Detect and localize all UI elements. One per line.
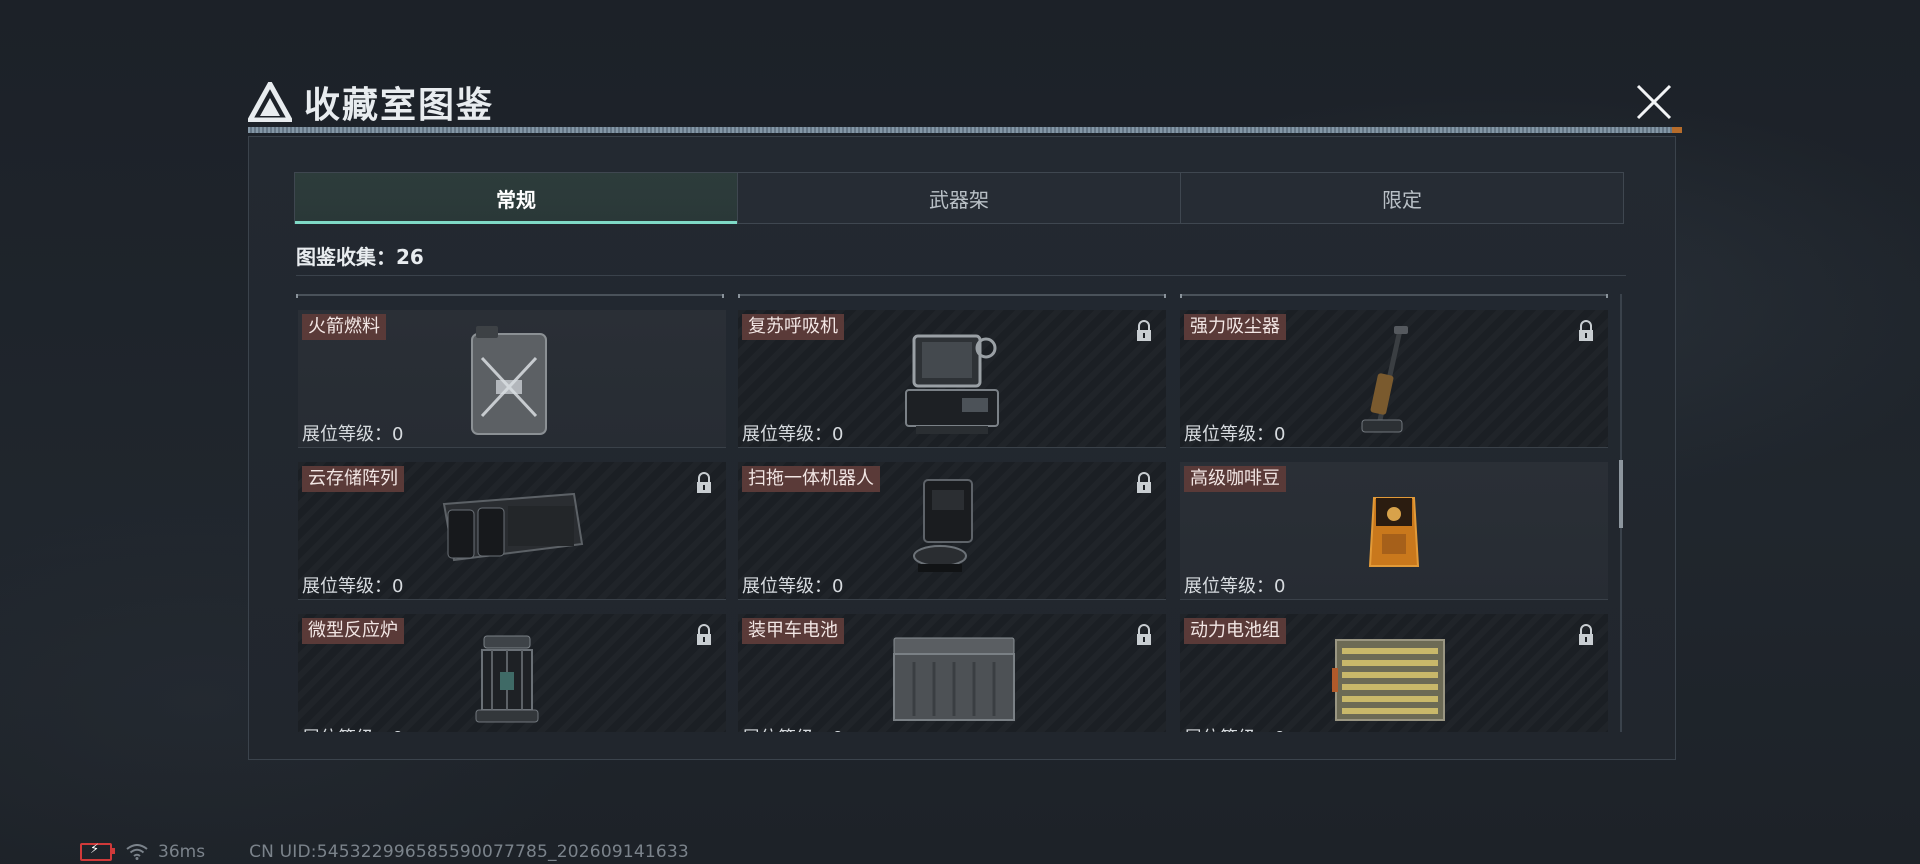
- storage-array-icon: [442, 492, 584, 562]
- lock-icon: [697, 472, 711, 493]
- item-name: 扫拖一体机器人: [742, 466, 880, 492]
- coffee-bag-icon: [1368, 497, 1420, 567]
- lock-icon: [1137, 472, 1151, 493]
- item-name: 复苏呼吸机: [742, 314, 844, 340]
- dialog-title: 收藏室图鉴: [304, 85, 495, 126]
- tab-label: 武器架: [929, 187, 989, 212]
- item-name: 微型反应炉: [302, 618, 404, 644]
- item-name: 动力电池组: [1184, 618, 1286, 644]
- item-card-power-battery-pack[interactable]: 动力电池组 展位等级：0: [1180, 614, 1608, 732]
- lock-icon: [1579, 624, 1593, 645]
- card-edge: [1180, 294, 1608, 298]
- scrollbar-thumb[interactable]: [1619, 460, 1623, 528]
- status-bar: ⚡ 36ms CN UID:545322996585590077785_2026…: [80, 842, 689, 862]
- item-level: 展位等级：0: [1184, 576, 1286, 597]
- battery-icon: ⚡: [80, 842, 115, 861]
- item-name: 高级咖啡豆: [1184, 466, 1286, 492]
- item-card-coffee-beans[interactable]: 高级咖啡豆 展位等级：0: [1180, 462, 1608, 600]
- lock-icon: [1137, 624, 1151, 645]
- item-level: 展位等级：0: [742, 724, 843, 732]
- lock-icon: [1579, 320, 1593, 341]
- wifi-icon: [126, 844, 148, 860]
- item-name: 强力吸尘器: [1184, 314, 1286, 340]
- item-level: 展位等级：0: [1184, 424, 1286, 445]
- lock-icon: [1137, 320, 1151, 341]
- car-battery-icon: [893, 637, 1015, 721]
- card-edge: [296, 294, 724, 298]
- ping-value: 36ms: [158, 842, 206, 862]
- user-uid: CN UID:545322996585590077785_20260914163…: [249, 842, 689, 862]
- card-edge: [738, 294, 1166, 298]
- tab-limited[interactable]: 限定: [1181, 173, 1623, 223]
- tab-weapon-rack[interactable]: 武器架: [738, 173, 1181, 223]
- card-divider: [738, 447, 1166, 448]
- item-level: 展位等级：0: [302, 576, 404, 597]
- item-grid: 火箭燃料 展位等级：0 复苏呼吸机 展位等级：0 强力吸尘器 展位等级：0 云存…: [296, 294, 1608, 732]
- tab-label: 限定: [1382, 187, 1422, 212]
- collection-count: 图鉴收集：26: [296, 244, 424, 269]
- vacuum-icon: [1361, 326, 1408, 433]
- tab-label: 常规: [496, 187, 536, 212]
- reactor-icon: [475, 635, 539, 723]
- robot-cleaner-icon: [913, 479, 973, 572]
- dialog-header: 收藏室图鉴: [248, 78, 494, 126]
- card-divider: [1180, 447, 1608, 448]
- item-level: 展位等级：0: [302, 424, 404, 445]
- item-level: 展位等级：0: [742, 576, 844, 597]
- tab-regular[interactable]: 常规: [295, 173, 738, 224]
- item-name: 云存储阵列: [302, 466, 404, 492]
- card-divider: [738, 599, 1166, 600]
- item-card-robot-cleaner[interactable]: 扫拖一体机器人 展位等级：0: [738, 462, 1166, 600]
- item-card-cloud-storage[interactable]: 云存储阵列 展位等级：0: [298, 462, 726, 600]
- lock-icon: [697, 624, 711, 645]
- item-card-ventilator[interactable]: 复苏呼吸机 展位等级：0: [738, 310, 1166, 448]
- card-divider: [298, 447, 726, 448]
- title-divider: [248, 127, 1682, 133]
- item-name: 装甲车电池: [742, 618, 844, 644]
- card-divider: [1180, 599, 1608, 600]
- close-icon: [1636, 84, 1672, 120]
- item-name: 火箭燃料: [302, 314, 386, 340]
- previous-row-edge: [296, 294, 1608, 298]
- item-level: 展位等级：0: [742, 424, 844, 445]
- item-level: 展位等级：0: [302, 724, 403, 732]
- collection-logo-icon: [248, 82, 292, 122]
- close-button[interactable]: [1632, 80, 1676, 124]
- section-divider: [296, 275, 1626, 276]
- item-card-rocket-fuel[interactable]: 火箭燃料 展位等级：0: [298, 310, 726, 448]
- fuel-can-icon: [471, 326, 547, 435]
- battery-pack-icon: [1332, 639, 1445, 721]
- item-card-vacuum[interactable]: 强力吸尘器 展位等级：0: [1180, 310, 1608, 448]
- tab-bar: 常规 武器架 限定: [294, 172, 1624, 224]
- item-level: 展位等级：0: [1184, 724, 1285, 732]
- ventilator-icon: [905, 334, 999, 434]
- item-card-armored-car-battery[interactable]: 装甲车电池 展位等级：0: [738, 614, 1166, 732]
- item-card-micro-reactor[interactable]: 微型反应炉 展位等级：0: [298, 614, 726, 732]
- card-divider: [298, 599, 726, 600]
